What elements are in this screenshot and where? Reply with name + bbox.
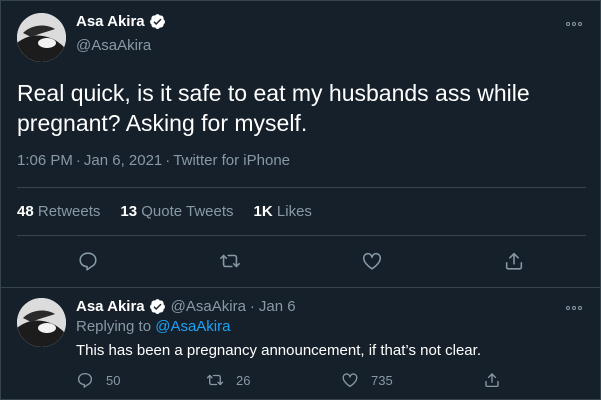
likes-label: Likes xyxy=(276,203,312,220)
tweet-date[interactable]: Jan 6, 2021 xyxy=(84,152,162,169)
more-options-icon[interactable] xyxy=(566,304,584,312)
verified-badge-icon xyxy=(149,13,166,30)
reply-actions: 50 26 735 xyxy=(1,371,601,393)
reply-tweet[interactable]: Asa Akira @AsaAkira · Jan 6 Replying to … xyxy=(1,288,601,400)
tweet-meta: 1:06 PM · Jan 6, 2021 · Twitter for iPhone xyxy=(17,152,290,169)
avatar[interactable] xyxy=(17,298,66,347)
replying-to-link[interactable]: @AsaAkira xyxy=(155,318,230,335)
reply-icon[interactable] xyxy=(77,250,99,272)
divider xyxy=(17,187,586,188)
likes-stat[interactable]: 1K Likes xyxy=(254,203,312,220)
retweets-count: 48 xyxy=(17,203,34,220)
divider xyxy=(17,235,586,236)
separator-dot: · xyxy=(249,298,255,315)
avatar[interactable] xyxy=(17,13,66,62)
reply-header: Asa Akira @AsaAkira · Jan 6 xyxy=(76,298,296,315)
reply-count: 50 xyxy=(106,372,121,388)
like-button[interactable]: 735 xyxy=(341,371,393,389)
replying-to-prefix: Replying to xyxy=(76,318,152,335)
author-name-row: Asa Akira xyxy=(76,13,166,30)
author-handle-row: @AsaAkira xyxy=(76,37,151,54)
verified-badge-icon xyxy=(149,298,166,315)
author-handle[interactable]: @AsaAkira xyxy=(76,37,151,54)
reply-icon xyxy=(77,372,93,388)
reply-button[interactable]: 50 xyxy=(76,371,120,389)
tweet-date[interactable]: Jan 6 xyxy=(259,298,296,315)
tweet-text: Real quick, is it safe to eat my husband… xyxy=(17,80,530,136)
tweet-thread: Asa Akira @AsaAkira Real quick, is it sa… xyxy=(0,0,601,400)
quotes-label: Quote Tweets xyxy=(141,203,234,220)
retweet-icon[interactable] xyxy=(219,250,241,272)
retweets-stat[interactable]: 48 Retweets xyxy=(17,203,100,220)
retweet-button[interactable]: 26 xyxy=(206,371,250,389)
author-name[interactable]: Asa Akira xyxy=(76,298,145,315)
tweet-text: This has been a pregnancy announcement, … xyxy=(76,342,481,359)
more-options-icon[interactable] xyxy=(566,20,584,28)
quotes-count: 13 xyxy=(120,203,138,220)
tweet-time[interactable]: 1:06 PM xyxy=(17,152,73,169)
author-name[interactable]: Asa Akira xyxy=(76,13,145,30)
share-icon xyxy=(485,373,499,388)
tweet-source[interactable]: Twitter for iPhone xyxy=(173,152,290,169)
retweets-label: Retweets xyxy=(37,203,101,220)
author-handle[interactable]: @AsaAkira xyxy=(171,298,246,315)
likes-count: 1K xyxy=(253,203,273,220)
like-icon xyxy=(342,373,358,388)
like-icon[interactable] xyxy=(361,250,383,272)
main-tweet: Asa Akira @AsaAkira Real quick, is it sa… xyxy=(1,1,601,288)
retweet-count: 26 xyxy=(236,372,251,388)
replying-to-line: Replying to @AsaAkira xyxy=(76,318,230,335)
retweet-icon xyxy=(206,374,224,386)
share-button[interactable] xyxy=(483,371,513,389)
tweet-stats: 48 Retweets 13 Quote Tweets 1K Likes xyxy=(17,203,332,220)
like-count: 735 xyxy=(371,372,393,388)
quotes-stat[interactable]: 13 Quote Tweets xyxy=(120,203,233,220)
share-icon[interactable] xyxy=(503,250,525,272)
